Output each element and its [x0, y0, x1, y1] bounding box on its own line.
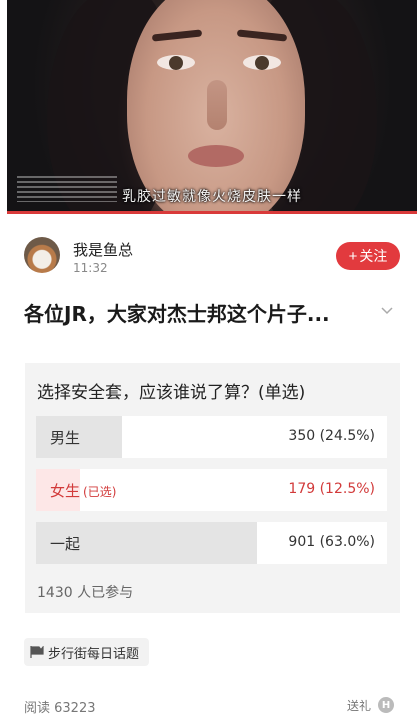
avatar[interactable]	[24, 237, 60, 273]
poll-option-result: 350 (24.5%)	[288, 428, 375, 444]
flag-icon	[30, 646, 44, 658]
topic-chip[interactable]: 步行街每日话题	[24, 638, 150, 666]
video-nose	[207, 80, 227, 130]
gift-button[interactable]: 送礼	[347, 697, 371, 714]
poll-option-female[interactable]: 女生 (已选) 179 (12.5%)	[36, 469, 387, 511]
poll-option-label: 女生	[50, 482, 81, 500]
post-title[interactable]: 各位JR，大家对杰士邦这个片子...	[24, 298, 364, 327]
video-eye-left	[157, 55, 195, 70]
video-lips	[188, 145, 244, 167]
video-player[interactable]: 乳胶过敏就像火烧皮肤一样	[7, 0, 417, 214]
chevron-down-icon[interactable]	[380, 304, 394, 318]
poll-option-result: 179 (12.5%)	[288, 481, 375, 497]
gift-icon[interactable]: H	[378, 697, 394, 713]
poll-option-result: 901 (63.0%)	[288, 534, 375, 550]
poll-option-tag: (已选)	[83, 485, 117, 499]
poll-option-label: 一起	[50, 535, 81, 553]
follow-label: 关注	[359, 248, 388, 264]
poll-question: 选择安全套，应该谁说了算？(单选)	[37, 383, 306, 403]
author-name[interactable]: 我是鱼总	[73, 239, 133, 260]
video-subtitle: 乳胶过敏就像火烧皮肤一样	[122, 189, 302, 205]
plus-icon: +	[348, 247, 358, 265]
topic-label: 步行街每日话题	[48, 646, 140, 662]
poll-option-male[interactable]: 男生 350 (24.5%)	[36, 416, 387, 458]
follow-button[interactable]: + 关注	[336, 242, 400, 270]
poll-option-label: 男生	[50, 429, 81, 447]
video-eye-right	[243, 55, 281, 70]
video-progress-bar[interactable]	[7, 211, 417, 214]
read-count: 阅读 63223	[24, 701, 96, 716]
video-progress-fill	[7, 211, 417, 214]
author-row: 我是鱼总 11:32 + 关注	[24, 237, 400, 277]
post-time: 11:32	[73, 261, 108, 275]
poll-card: 选择安全套，应该谁说了算？(单选) 男生 350 (24.5%) 女生 (已选) …	[25, 363, 400, 613]
poll-participants: 1430 人已参与	[37, 585, 134, 601]
poll-option-together[interactable]: 一起 901 (63.0%)	[36, 522, 387, 564]
